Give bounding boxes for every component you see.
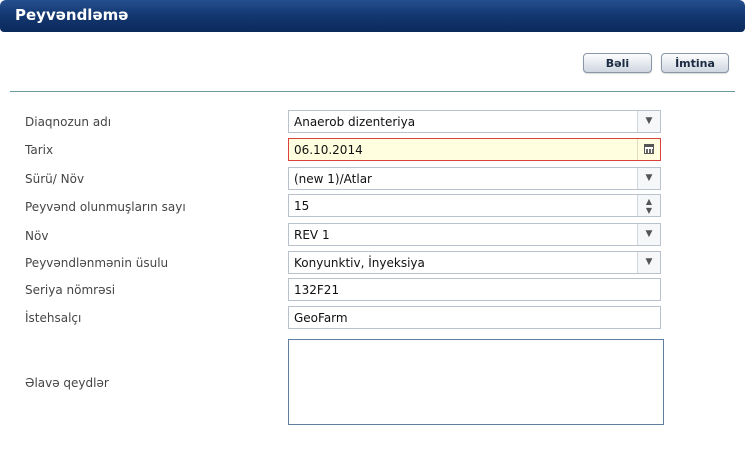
type-label: Növ <box>25 229 49 243</box>
type-value: REV 1 <box>294 228 330 242</box>
vaccinated-count-value: 15 <box>294 199 310 213</box>
manufacturer-value: GeoFarm <box>294 311 348 325</box>
spinner-icon[interactable]: ▲ ▼ <box>637 195 660 216</box>
diagnosis-select[interactable]: Anaerob dizenteriya ▼ <box>288 110 661 133</box>
chevron-down-icon[interactable]: ▼ <box>637 111 660 132</box>
chevron-down-icon[interactable]: ▼ <box>637 252 660 273</box>
notes-label: Əlavə qeydlər <box>25 376 109 390</box>
dialog-titlebar: Peyvəndləmə <box>0 0 745 32</box>
manufacturer-label: İstehsalçı <box>25 311 82 325</box>
herd-label: Sürü/ Növ <box>25 172 85 186</box>
vaccinated-count-stepper[interactable]: 15 ▲ ▼ <box>288 194 661 217</box>
manufacturer-input[interactable]: GeoFarm <box>288 306 661 329</box>
chevron-down-icon[interactable]: ▼ <box>637 224 660 245</box>
chevron-down-icon[interactable]: ▼ <box>637 168 660 189</box>
dialog-title: Peyvəndləmə <box>15 6 129 24</box>
serial-label: Seriya nömrəsi <box>25 283 116 297</box>
herd-select[interactable]: (new 1)/Atlar ▼ <box>288 167 661 190</box>
method-value: Konyunktiv, İnyeksiya <box>294 256 425 270</box>
cancel-button[interactable]: İmtina <box>661 53 729 73</box>
herd-value: (new 1)/Atlar <box>294 172 372 186</box>
method-label: Peyvəndlənmənin üsulu <box>25 256 169 270</box>
ok-button[interactable]: Bəli <box>583 53 652 73</box>
date-input[interactable]: 06.10.2014 <box>288 138 661 161</box>
serial-value: 132F21 <box>294 283 340 297</box>
vaccination-dialog: Peyvəndləmə Bəli İmtina Diaqnozun adı An… <box>0 0 745 461</box>
serial-input[interactable]: 132F21 <box>288 278 661 301</box>
diagnosis-value: Anaerob dizenteriya <box>294 115 416 129</box>
calendar-icon[interactable] <box>637 139 660 160</box>
type-select[interactable]: REV 1 ▼ <box>288 223 661 246</box>
notes-textarea[interactable] <box>288 339 664 425</box>
date-value: 06.10.2014 <box>294 143 363 157</box>
diagnosis-label: Diaqnozun adı <box>25 115 112 129</box>
method-select[interactable]: Konyunktiv, İnyeksiya ▼ <box>288 251 661 274</box>
date-label: Tarix <box>25 143 54 157</box>
header-divider <box>10 91 735 92</box>
vaccinated-count-label: Peyvənd olunmuşların sayı <box>25 200 186 214</box>
